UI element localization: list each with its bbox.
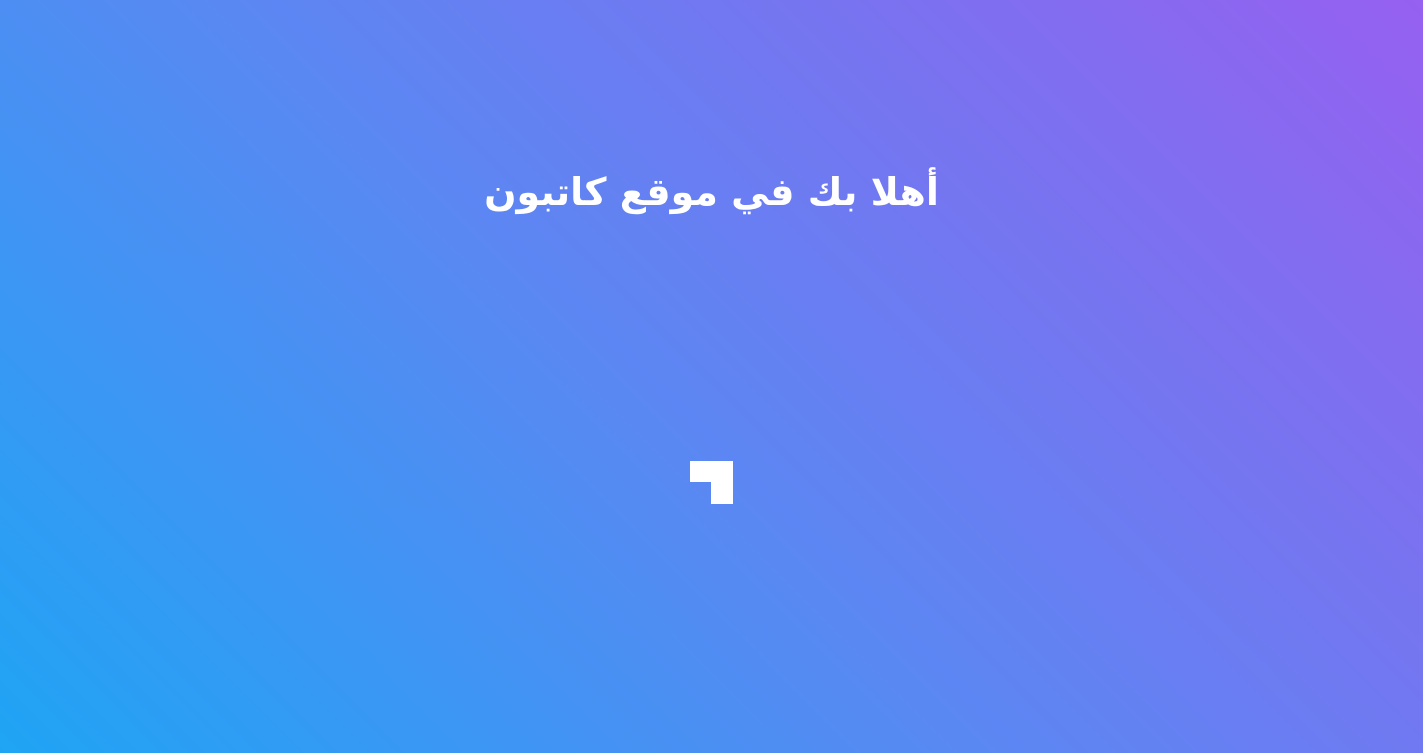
loader-block-top-left — [690, 461, 712, 482]
loading-spinner-icon — [690, 461, 733, 504]
welcome-screen: أهلا بك في موقع كاتبون — [0, 0, 1423, 753]
welcome-title: أهلا بك في موقع كاتبون — [484, 170, 939, 214]
loader-block-top-right — [711, 461, 733, 482]
loader-block-bottom-right — [711, 482, 733, 504]
